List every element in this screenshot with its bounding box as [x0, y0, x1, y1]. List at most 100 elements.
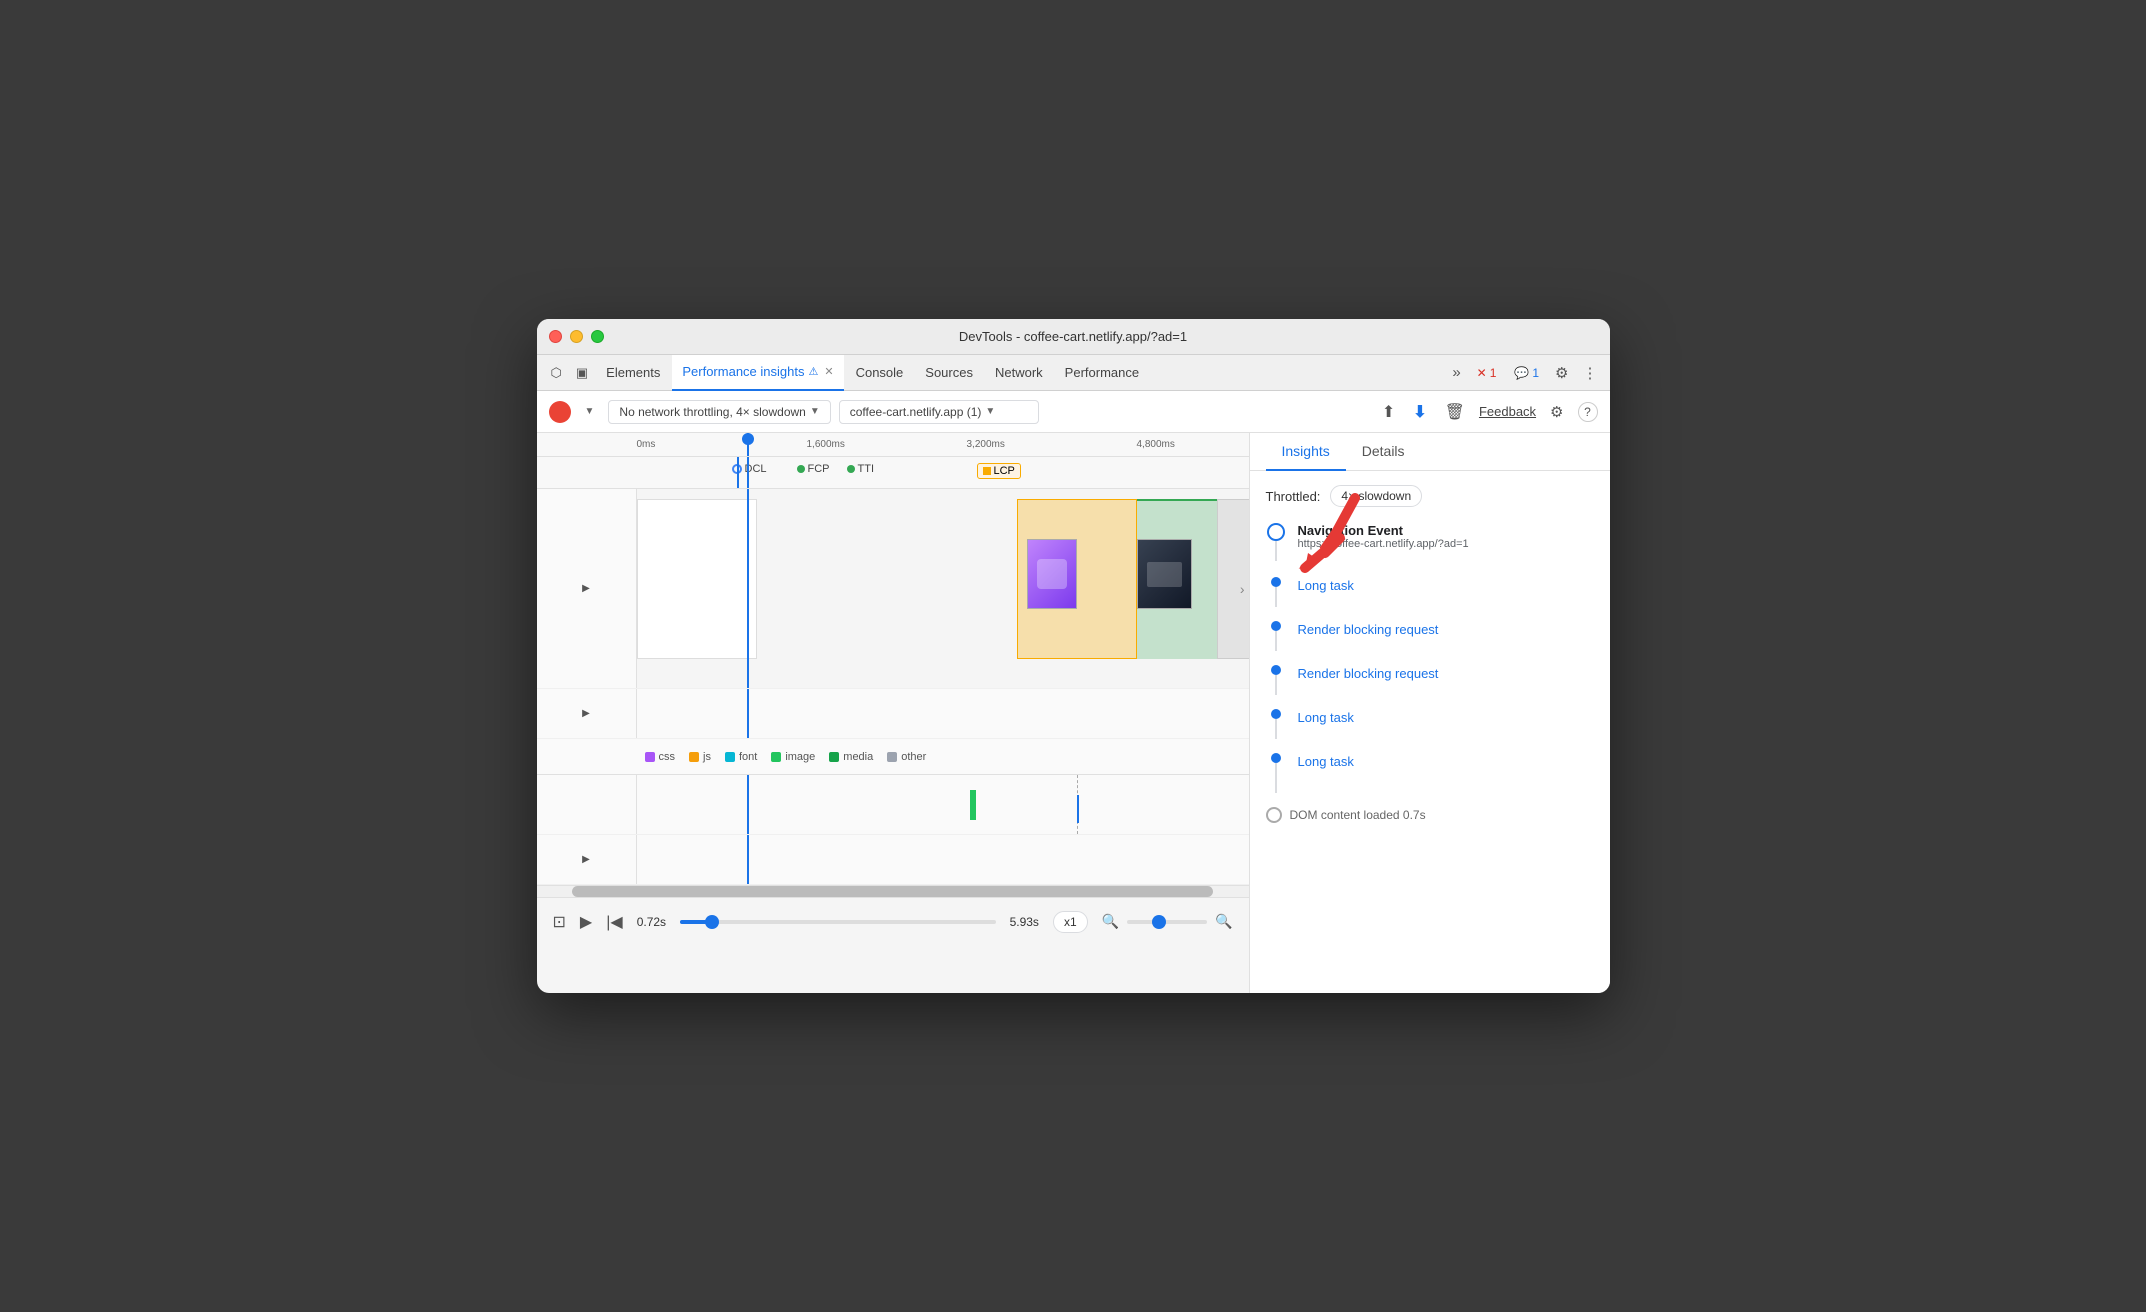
insight-5-vert [1275, 763, 1277, 793]
tab-console[interactable]: Console [846, 355, 914, 391]
record-dropdown-arrow[interactable]: ▼ [579, 402, 601, 421]
render-block-2-link[interactable]: Render blocking request [1298, 666, 1439, 681]
screenshot-expander[interactable]: ▶ [582, 583, 590, 594]
url-dropdown[interactable]: coffee-cart.netlify.app (1) ▼ [839, 400, 1039, 424]
timeline-area: 0ms 1,600ms 3,200ms 4,800ms DCL [537, 433, 1250, 993]
nav-event-text: Navigation Event https://coffee-cart.net… [1298, 523, 1594, 561]
feedback-link[interactable]: Feedback [1479, 404, 1536, 419]
font-swatch [725, 752, 735, 762]
tab-sources[interactable]: Sources [915, 355, 983, 391]
tab-elements[interactable]: Elements [596, 355, 670, 391]
tab-warn-icon: ⚠ [808, 365, 818, 378]
sidebar-content: Throttled: 4× slowdown Navigation Event … [1250, 471, 1610, 993]
insight-2-text: Render blocking request [1298, 621, 1594, 639]
time-1600ms: 1,600ms [807, 439, 845, 450]
insight-1-dot [1271, 577, 1281, 587]
tab-performance-insights[interactable]: Performance insights ⚠ ✕ [672, 355, 843, 391]
settings2-icon[interactable]: ⚙ [1546, 401, 1567, 423]
insight-3-text: Render blocking request [1298, 665, 1594, 683]
long-task-3-link[interactable]: Long task [1298, 754, 1354, 769]
tab-close-icon[interactable]: ✕ [824, 365, 833, 378]
insight-3-dot [1271, 665, 1281, 675]
insight-4-line [1266, 709, 1286, 739]
scrollbar-thumb[interactable] [572, 886, 1213, 897]
window-title: DevTools - coffee-cart.netlify.app/?ad=1 [959, 329, 1187, 344]
device-tool[interactable]: ▣ [570, 361, 594, 385]
tab-insights[interactable]: Insights [1266, 433, 1346, 471]
zoom-thumb[interactable] [1152, 915, 1166, 929]
more-tabs-button[interactable]: » [1448, 362, 1464, 383]
throttle-value[interactable]: 4× slowdown [1330, 485, 1422, 507]
screenshot-row: ▶ [537, 489, 1249, 689]
tabs-bar: ⬡ ▣ Elements Performance insights ⚠ ✕ Co… [537, 355, 1610, 391]
time-end: 5.93s [1010, 915, 1039, 929]
media-swatch [829, 752, 839, 762]
fcp-marker: FCP [797, 463, 830, 475]
timings-label [537, 775, 637, 834]
long-task-1-link[interactable]: Long task [1298, 578, 1354, 593]
sidebar-tabs: Insights Details [1250, 433, 1610, 471]
record-button[interactable] [549, 401, 571, 423]
minimize-button[interactable] [570, 330, 583, 343]
empty-expander[interactable]: ▶ [582, 854, 590, 865]
network-content [637, 689, 1249, 738]
zoom-out-icon[interactable]: 🔍 [1102, 913, 1119, 930]
throttle-arrow-icon: ▼ [810, 406, 820, 417]
needle-head [742, 433, 754, 445]
legend-font: font [725, 751, 757, 763]
tab-performance[interactable]: Performance [1055, 355, 1149, 391]
screenshot-content: › [637, 489, 1249, 688]
render-block-1-link[interactable]: Render blocking request [1298, 622, 1439, 637]
tab-network[interactable]: Network [985, 355, 1053, 391]
lcp-square-icon [983, 467, 991, 475]
nav-vert-line [1275, 541, 1277, 561]
scrubber-thumb[interactable] [705, 915, 719, 929]
settings-icon[interactable]: ⚙ [1551, 362, 1572, 384]
timings-content [637, 775, 1249, 834]
tab-details[interactable]: Details [1346, 433, 1421, 471]
empty-content [637, 835, 1249, 884]
devtools-window: DevTools - coffee-cart.netlify.app/?ad=1… [537, 319, 1610, 993]
scrubber[interactable] [680, 920, 996, 924]
long-task-2-link[interactable]: Long task [1298, 710, 1354, 725]
insight-long-task-2: Long task [1266, 709, 1594, 739]
skip-back-icon[interactable]: |◀ [606, 912, 622, 932]
message-icon: 💬 [1514, 366, 1529, 380]
main-area: 0ms 1,600ms 3,200ms 4,800ms DCL [537, 433, 1610, 993]
grey-block [1217, 499, 1249, 659]
time-4800ms: 4,800ms [1137, 439, 1175, 450]
help-icon[interactable]: ? [1578, 402, 1598, 422]
speed-badge[interactable]: x1 [1053, 911, 1088, 933]
traffic-lights [549, 330, 604, 343]
insight-1-text: Long task [1298, 577, 1594, 595]
js-swatch [689, 752, 699, 762]
css-swatch [645, 752, 655, 762]
maximize-button[interactable] [591, 330, 604, 343]
zoom-slider[interactable] [1127, 920, 1207, 924]
empty-needle [747, 835, 749, 884]
time-ruler: 0ms 1,600ms 3,200ms 4,800ms [537, 433, 1249, 457]
delete-icon[interactable]: 🗑 [1441, 400, 1469, 424]
zoom-in-icon[interactable]: 🔍 [1215, 913, 1232, 930]
expand-right-icon[interactable]: › [1240, 581, 1245, 597]
download-icon[interactable]: ⬇ [1409, 400, 1430, 424]
network-expander[interactable]: ▶ [582, 708, 590, 719]
timings-needle [747, 775, 749, 834]
more-options-icon[interactable]: ⋮ [1579, 362, 1602, 384]
cursor-tool[interactable]: ⬡ [545, 361, 568, 385]
upload-icon[interactable]: ⬆ [1378, 400, 1399, 424]
timeline-scrollbar[interactable] [537, 885, 1249, 897]
network-needle [747, 689, 749, 738]
nav-circle-ring [1267, 523, 1285, 541]
network-throttle-dropdown[interactable]: No network throttling, 4× slowdown ▼ [608, 400, 830, 424]
insight-render-block-2: Render blocking request [1266, 665, 1594, 695]
other-swatch [887, 752, 897, 762]
error-badge[interactable]: ✕ 1 [1471, 364, 1503, 382]
screenshot-toggle-icon[interactable]: ⊡ [553, 912, 566, 932]
close-button[interactable] [549, 330, 562, 343]
insight-4-vert [1275, 719, 1277, 739]
screenshot-thumb-2 [1137, 539, 1192, 609]
message-badge[interactable]: 💬 1 [1508, 364, 1545, 382]
time-start: 0.72s [637, 915, 666, 929]
play-icon[interactable]: ▶ [580, 912, 592, 932]
